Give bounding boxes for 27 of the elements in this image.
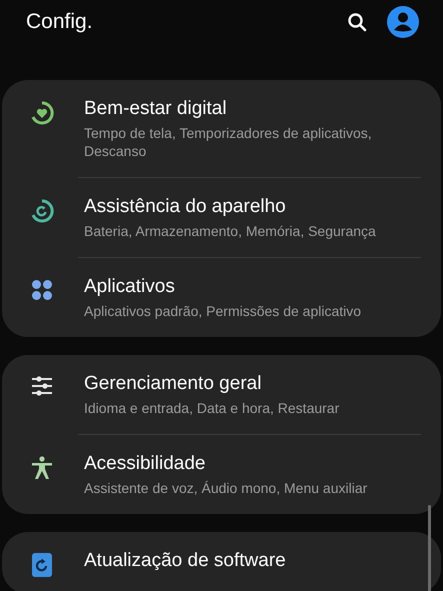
update-icon [32,553,52,577]
item-subtitle: Aplicativos padrão, Permissões de aplicativo [84,302,362,320]
item-title: Gerenciamento geral [84,372,262,396]
sliders-icon [31,376,53,396]
item-subtitle: Idioma e entrada, Data e hora, Restaurar [84,399,340,417]
refresh-ring-icon [30,199,54,223]
item-subtitle: Tempo de tela, Temporizadores de aplicativos, Descanso [84,124,373,160]
settings-item[interactable]: Acessibilidade Assistente de voz, Áudio mono, Menu auxiliar [78,434,421,514]
item-title: Aplicativos [84,275,176,299]
screen-title: Config. [26,10,94,34]
item-title: Atualização de software [84,549,286,573]
settings-item[interactable]: Gerenciamento geral Idioma e entrada, Data e hora, Restaurar [2,355,441,434]
settings-item[interactable]: Aplicativos Aplicativos padrão, Permissões de aplicativo [78,257,421,337]
search-icon[interactable] [347,12,367,32]
heart-ring-icon [30,101,54,125]
profile-icon[interactable] [387,6,419,38]
apps-icon [31,279,53,301]
item-title: Assistência do aparelho [84,195,287,219]
person-icon [31,456,53,480]
item-subtitle: Assistente de voz, Áudio mono, Menu auxiliar [84,479,368,497]
scrollbar[interactable] [428,505,431,591]
settings-item[interactable]: Assistência do aparelho Bateria, Armazenamento, Memória, Segurança [78,177,421,257]
item-title: Bem-estar digital [84,97,228,121]
item-subtitle: Bateria, Armazenamento, Memória, Segurança [84,222,376,240]
settings-item[interactable]: Bem-estar digital Tempo de tela, Temporizadores de aplicativos, Descanso [2,80,441,177]
item-title: Acessibilidade [84,452,206,476]
settings-item[interactable]: Atualização de software [2,532,441,591]
